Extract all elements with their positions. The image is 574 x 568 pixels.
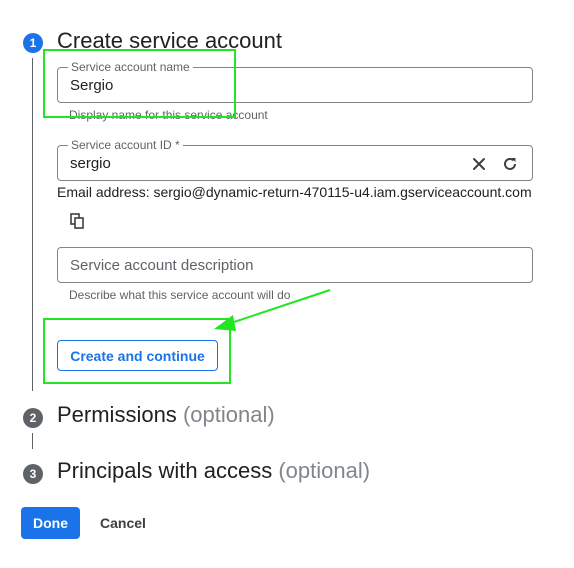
service-account-name-label: Service account name: [68, 60, 193, 74]
service-account-id-value: sergio: [70, 155, 111, 172]
cancel-button[interactable]: Cancel: [92, 507, 154, 539]
step-2-indicator: 2: [23, 408, 43, 428]
step-3-title-text: Principals with access: [57, 458, 273, 483]
service-account-name-field[interactable]: Service account name Sergio: [57, 60, 533, 103]
cancel-label: Cancel: [100, 515, 146, 531]
step-3-optional: (optional): [278, 458, 371, 483]
email-address-text: Email address: sergio@dynamic-return-470…: [57, 184, 532, 200]
done-button[interactable]: Done: [21, 507, 80, 539]
step-2-title-text: Permissions: [57, 402, 177, 427]
service-account-name-value: Sergio: [70, 77, 114, 94]
step-1-indicator: 1: [23, 33, 43, 53]
step-1-connector: [32, 58, 33, 391]
step-3-indicator: 3: [23, 464, 43, 484]
service-account-name-helper: Display name for this service account: [69, 108, 268, 122]
create-and-continue-button[interactable]: Create and continue: [57, 340, 218, 371]
step-1-title: Create service account: [57, 28, 282, 54]
done-label: Done: [33, 515, 68, 531]
step-2-optional: (optional): [182, 402, 275, 427]
copy-icon[interactable]: [66, 210, 88, 232]
service-account-id-label: Service account ID *: [68, 138, 183, 152]
step-1-number: 1: [29, 36, 37, 50]
close-icon[interactable]: [468, 153, 490, 175]
service-account-description-field[interactable]: Service account description: [57, 247, 533, 283]
service-account-description-placeholder: Service account description: [70, 257, 254, 274]
step-3-title[interactable]: Principals with access (optional): [57, 458, 370, 484]
service-account-description-helper: Describe what this service account will …: [69, 288, 291, 302]
create-and-continue-label: Create and continue: [70, 347, 205, 364]
step-3-number: 3: [29, 467, 37, 481]
step-1-title-text: Create service account: [57, 28, 282, 53]
refresh-icon[interactable]: [499, 153, 521, 175]
step-2-number: 2: [29, 411, 37, 425]
service-account-id-field[interactable]: Service account ID * sergio: [57, 138, 533, 181]
step-2-title[interactable]: Permissions (optional): [57, 402, 275, 428]
step-2-connector: [32, 433, 33, 449]
